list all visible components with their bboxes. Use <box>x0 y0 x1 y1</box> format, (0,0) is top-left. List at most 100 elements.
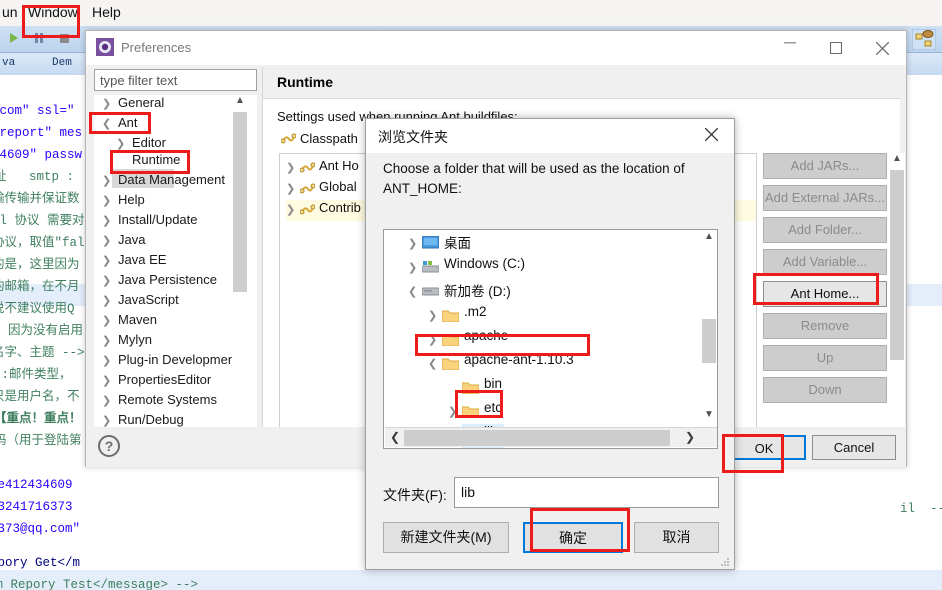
scrollbar-thumb[interactable] <box>890 170 904 360</box>
down-button[interactable]: Down <box>763 377 887 403</box>
preferences-tree-scrollbar[interactable]: ▲ ▼ <box>232 95 248 462</box>
folder-icon <box>461 405 480 421</box>
classpath-item-ant-home[interactable]: ❯ Ant Ho <box>286 158 359 179</box>
scroll-up-icon[interactable]: ▲ <box>889 153 905 170</box>
classpath-tab-label[interactable]: Classpath <box>280 131 358 146</box>
new-folder-button[interactable]: 新建文件夹(M) <box>383 522 509 553</box>
menu-bar: un Window Help <box>0 0 942 26</box>
scroll-right-icon[interactable]: ❯ <box>681 429 699 447</box>
code-line: 说不建议使用Q <box>0 302 75 316</box>
tree-item-runtime[interactable]: Runtime <box>116 152 180 172</box>
folder-name-input[interactable]: lib <box>454 477 719 508</box>
scroll-up-icon[interactable]: ▲ <box>700 231 717 248</box>
code-line-tail: il --> <box>900 502 942 516</box>
tree-item-remote-systems[interactable]: ❯ Remote Systems <box>102 392 217 412</box>
folder-node-apache[interactable]: ❯ apache <box>428 328 508 352</box>
menu-window[interactable]: Window <box>28 4 78 20</box>
code-line: e3241716373 <box>0 500 73 514</box>
folder-tree-hscrollbar[interactable]: ❮ ❯ <box>385 427 717 447</box>
classpath-icon <box>299 203 316 219</box>
up-button[interactable]: Up <box>763 345 887 371</box>
perspective-icon[interactable] <box>911 28 937 51</box>
ant-home-button[interactable]: Ant Home... <box>763 281 887 307</box>
cancel-button[interactable]: Cancel <box>812 435 896 460</box>
desktop-icon <box>421 235 440 253</box>
tree-item-java-persistence[interactable]: ❯ Java Persistence <box>102 272 217 292</box>
folder-node-etc[interactable]: ❯ etc <box>448 400 502 424</box>
tree-item-plugin-development[interactable]: ❯ Plug-in Development <box>102 352 239 372</box>
code-line: 址 smtp : <box>0 170 75 184</box>
code-line: 34609" passw <box>0 148 83 162</box>
tree-item-maven[interactable]: ❯ Maven <box>102 312 157 332</box>
code-line: :邮件类型， <box>0 368 72 382</box>
menu-help[interactable]: Help <box>92 4 121 20</box>
code-line: epory Get</m <box>0 556 81 570</box>
code-line: 的是，这里因为 <box>0 258 80 272</box>
folder-node-desktop[interactable]: ❯ 桌面 <box>408 232 471 256</box>
tab-file-2[interactable]: Dem <box>52 57 72 69</box>
folder-node-windows-c[interactable]: ❯ Windows (C:) <box>408 256 525 280</box>
add-variable-button[interactable]: Add Variable... <box>763 249 887 275</box>
tree-item-mylyn[interactable]: ❯ Mylyn <box>102 332 152 352</box>
code-line: 输传输并保证数 <box>0 192 80 206</box>
tree-item-general[interactable]: ❯ General <box>102 95 164 115</box>
tree-item-install-update[interactable]: ❯ Install/Update <box>102 212 198 232</box>
folder-node-m2[interactable]: ❯ .m2 <box>428 304 487 328</box>
filter-input[interactable]: type filter text <box>94 69 257 91</box>
code-line: 名字、主题 --> <box>0 346 85 360</box>
code-line: _report" mes <box>0 126 83 140</box>
code-line: 码（用于登陆第 <box>0 434 82 448</box>
code-line: 只是用户名，不 <box>0 390 80 404</box>
tree-item-ant[interactable]: ❮ Ant <box>102 115 138 135</box>
menu-run[interactable]: un <box>2 4 18 20</box>
close-icon[interactable] <box>690 119 734 149</box>
tab-file-1[interactable]: va <box>2 57 15 69</box>
folder-icon <box>441 333 460 349</box>
scrollbar-thumb[interactable] <box>233 112 247 292</box>
add-folder-button[interactable]: Add Folder... <box>763 217 887 243</box>
maximize-icon[interactable] <box>814 31 860 61</box>
page-title: Runtime <box>277 74 333 90</box>
folder-node-bin[interactable]: bin <box>448 376 502 400</box>
add-jars-button[interactable]: Add JARs... <box>763 153 887 179</box>
folder-icon <box>441 357 460 373</box>
scrollbar-thumb[interactable] <box>702 319 716 363</box>
classpath-item-global[interactable]: ❯ Global <box>286 179 357 200</box>
scroll-left-icon[interactable]: ❮ <box>386 429 404 447</box>
confirm-button[interactable]: 确定 <box>523 522 623 553</box>
folder-node-apache-ant[interactable]: ❮ apache-ant-1.10.3 <box>428 352 574 376</box>
filter-placeholder: type filter text <box>100 73 178 88</box>
browse-titlebar: 浏览文件夹 <box>366 119 734 153</box>
code-line: um Repory Test</message> --> <box>0 578 199 590</box>
code-line: 【重点！重点！ <box>0 412 82 426</box>
resize-grip-icon[interactable] <box>720 556 730 566</box>
cancel-button[interactable]: 取消 <box>634 522 719 553</box>
remove-button[interactable]: Remove <box>763 313 887 339</box>
tree-item-java[interactable]: ❯ Java <box>102 232 145 252</box>
browse-dialog-title: 浏览文件夹 <box>378 129 448 145</box>
help-icon[interactable]: ? <box>98 435 120 457</box>
drive-icon <box>421 285 440 300</box>
classpath-scrollbar[interactable]: ▲ ▼ <box>889 153 905 453</box>
minimize-icon[interactable] <box>768 31 814 61</box>
scroll-down-icon[interactable]: ▼ <box>700 409 717 426</box>
scrollbar-thumb[interactable] <box>404 430 670 446</box>
folder-tree[interactable]: ❯ 桌面 ❯ Windows (C:) ❮ 新加卷 (D:) ❯ .m2 ❯ a… <box>383 229 718 449</box>
folder-tree-vscrollbar[interactable]: ▲ ▼ <box>700 231 717 427</box>
tree-item-data-management[interactable]: ❯ Data Management <box>102 172 225 192</box>
tree-item-properties-editor[interactable]: ❯ PropertiesEditor <box>102 372 211 392</box>
browse-folder-dialog[interactable]: 浏览文件夹 Choose a folder that will be used … <box>365 118 735 570</box>
folder-icon <box>461 381 480 397</box>
tree-item-help[interactable]: ❯ Help <box>102 192 145 212</box>
folder-node-new-volume-d[interactable]: ❮ 新加卷 (D:) <box>408 280 511 304</box>
close-icon[interactable] <box>860 31 906 61</box>
stop-icon[interactable] <box>58 32 71 45</box>
tree-item-java-ee[interactable]: ❯ Java EE <box>102 252 166 272</box>
scroll-up-icon[interactable]: ▲ <box>232 95 248 112</box>
code-line: ie412434609 <box>0 478 73 492</box>
add-external-jars-button[interactable]: Add External JARs... <box>763 185 887 211</box>
pause-icon[interactable] <box>33 32 46 45</box>
code-line: 5373@qq.com" <box>0 522 81 536</box>
run-icon[interactable] <box>8 32 21 45</box>
tree-item-javascript[interactable]: ❯ JavaScript <box>102 292 179 312</box>
